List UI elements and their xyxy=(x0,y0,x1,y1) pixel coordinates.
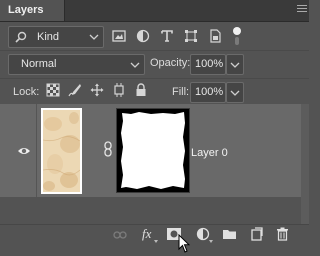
panel-menu-icon[interactable] xyxy=(297,5,307,15)
eye-icon[interactable] xyxy=(17,146,31,156)
link-icon[interactable] xyxy=(104,141,112,157)
chevron-down-icon xyxy=(89,34,99,40)
smart-object-filter-icon[interactable] xyxy=(208,29,222,43)
link-layers-icon[interactable] xyxy=(113,230,127,240)
layer-mask-thumbnail[interactable] xyxy=(116,108,190,193)
lock-image-icon[interactable] xyxy=(68,83,82,97)
search-icon xyxy=(15,31,27,43)
visibility-divider xyxy=(36,104,37,197)
panel-tab-bar: Layers xyxy=(0,0,309,22)
dropdown-indicator-icon xyxy=(209,240,213,243)
lock-position-icon[interactable] xyxy=(90,83,104,97)
fill-dropdown-button[interactable] xyxy=(226,82,244,103)
lock-artboard-icon[interactable] xyxy=(112,83,126,97)
lock-all-icon[interactable] xyxy=(134,83,148,97)
shape-filter-icon[interactable] xyxy=(184,29,198,43)
layer-thumbnail[interactable] xyxy=(41,108,82,194)
fill-input[interactable]: 100% xyxy=(190,82,226,103)
dropdown-indicator-icon xyxy=(154,240,158,243)
tab-layers-label: Layers xyxy=(8,4,44,16)
new-group-icon[interactable] xyxy=(222,228,237,240)
blend-mode-label: Normal xyxy=(21,58,57,70)
lock-label: Lock: xyxy=(13,86,40,98)
mouse-cursor-icon xyxy=(178,234,190,253)
image-filter-icon[interactable] xyxy=(112,29,126,43)
opacity-value: 100% xyxy=(195,58,224,70)
type-filter-icon[interactable] xyxy=(160,29,174,43)
adjustment-layer-icon[interactable] xyxy=(196,227,210,241)
lock-transparent-icon[interactable] xyxy=(46,83,60,97)
blend-mode-select[interactable]: Normal xyxy=(8,54,145,75)
chevron-down-icon xyxy=(230,62,240,68)
adjustment-filter-icon[interactable] xyxy=(136,29,150,43)
filter-toggle-icon[interactable] xyxy=(232,25,242,47)
layer-name[interactable]: Layer 0 xyxy=(191,147,228,159)
opacity-dropdown-button[interactable] xyxy=(226,54,244,75)
mask-shape-image xyxy=(117,109,189,192)
filter-kind-label: Kind xyxy=(37,31,60,43)
tab-layers[interactable]: Layers xyxy=(0,0,65,21)
chevron-down-icon xyxy=(230,90,240,96)
parchment-texture-image xyxy=(43,110,80,192)
filter-kind-select[interactable]: Kind xyxy=(8,26,104,48)
fill-label: Fill: xyxy=(172,86,190,98)
fx-icon[interactable]: fx xyxy=(142,226,151,242)
fill-value: 100% xyxy=(195,86,224,98)
new-layer-icon[interactable] xyxy=(250,227,263,241)
opacity-input[interactable]: 100% xyxy=(190,54,226,75)
divider xyxy=(0,50,309,51)
divider xyxy=(0,78,309,79)
opacity-label: Opacity: xyxy=(150,57,191,69)
delete-icon[interactable] xyxy=(276,227,289,241)
chevron-down-icon xyxy=(130,62,140,68)
scrollbar[interactable] xyxy=(301,104,309,224)
layer-row[interactable]: Layer 0 xyxy=(0,104,301,197)
